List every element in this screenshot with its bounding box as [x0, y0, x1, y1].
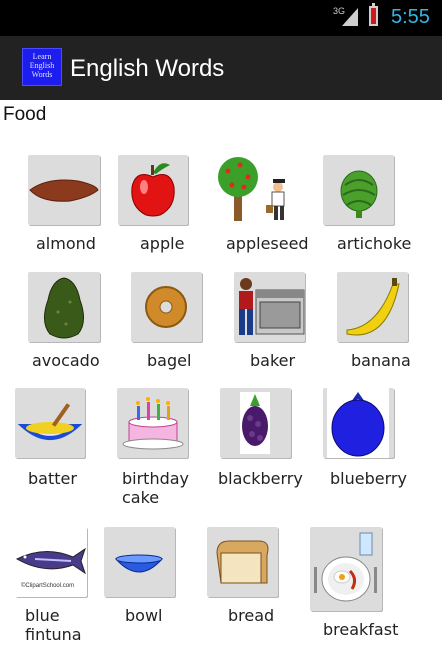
app-icon-line-1: Learn: [32, 52, 52, 61]
artichoke-icon: [340, 170, 378, 218]
word-label-apple[interactable]: apple: [140, 234, 184, 253]
word-tile-blue-fintuna[interactable]: ©ClipartSchool.com: [15, 527, 87, 597]
word-tile-breakfast[interactable]: [310, 527, 382, 611]
word-label-breakfast[interactable]: breakfast: [323, 620, 398, 639]
word-label-almond[interactable]: almond: [36, 234, 96, 253]
bowl-icon: [114, 554, 164, 573]
app-icon-line-3: Words: [31, 70, 53, 79]
word-label-avocado[interactable]: avocado: [32, 351, 100, 370]
word-tile-birthday-cake[interactable]: [117, 388, 188, 458]
word-tile-baker[interactable]: [234, 272, 305, 342]
word-label-appleseed[interactable]: appleseed: [226, 234, 309, 253]
birthday-cake-icon: [122, 397, 184, 450]
word-tile-almond[interactable]: [28, 155, 100, 225]
apple-icon: [131, 163, 175, 217]
word-label-baker[interactable]: baker: [250, 351, 295, 370]
blueberry-icon: [327, 388, 389, 458]
word-label-bagel[interactable]: bagel: [147, 351, 191, 370]
app-title: English Words: [70, 55, 225, 82]
word-label-blue-fintuna-2[interactable]: fintuna: [25, 625, 82, 644]
word-label-batter[interactable]: batter: [28, 469, 77, 488]
word-label-blue-fintuna-1[interactable]: blue: [25, 606, 60, 625]
word-tile-blueberry[interactable]: [323, 388, 394, 458]
word-tile-batter[interactable]: [15, 388, 85, 458]
bread-icon: [216, 540, 269, 584]
word-label-blackberry[interactable]: blackberry: [218, 469, 303, 488]
blackberry-icon: [240, 392, 270, 454]
word-tile-artichoke[interactable]: [323, 155, 394, 225]
word-tile-banana[interactable]: [337, 272, 408, 342]
banana-icon: [346, 278, 400, 336]
word-label-birthday-2[interactable]: cake: [122, 488, 159, 507]
word-label-artichoke[interactable]: artichoke: [337, 234, 411, 253]
word-tile-bagel[interactable]: [131, 272, 202, 342]
word-tile-avocado[interactable]: [28, 272, 100, 342]
breakfast-icon: [314, 532, 377, 602]
batter-icon: [17, 403, 83, 440]
almond-icon: [29, 179, 99, 202]
status-time: 5:55: [391, 6, 430, 28]
app-icon[interactable]: Learn English Words: [22, 48, 62, 86]
signal-icon: [342, 8, 358, 26]
bagel-icon: [145, 286, 187, 328]
status-bar: 3G 5:55: [0, 0, 442, 36]
battery-icon: [369, 3, 378, 26]
word-tile-apple[interactable]: [118, 155, 188, 225]
word-label-blueberry[interactable]: blueberry: [330, 469, 407, 488]
appleseed-icon: [218, 157, 285, 221]
word-tile-appleseed[interactable]: [218, 155, 292, 225]
word-tile-bowl[interactable]: [104, 527, 175, 597]
avocado-icon: [44, 277, 84, 339]
fish-caption: ©ClipartSchool.com: [21, 583, 75, 589]
baker-icon: [239, 278, 305, 335]
word-tile-bread[interactable]: [207, 527, 278, 597]
word-label-banana[interactable]: banana: [351, 351, 411, 370]
word-label-birthday-1[interactable]: birthday: [122, 469, 189, 488]
word-label-bowl[interactable]: bowl: [125, 606, 162, 625]
word-label-bread[interactable]: bread: [228, 606, 274, 625]
app-icon-line-2: English: [29, 61, 55, 70]
category-title: Food: [3, 104, 47, 125]
word-tile-blackberry[interactable]: [220, 388, 291, 458]
